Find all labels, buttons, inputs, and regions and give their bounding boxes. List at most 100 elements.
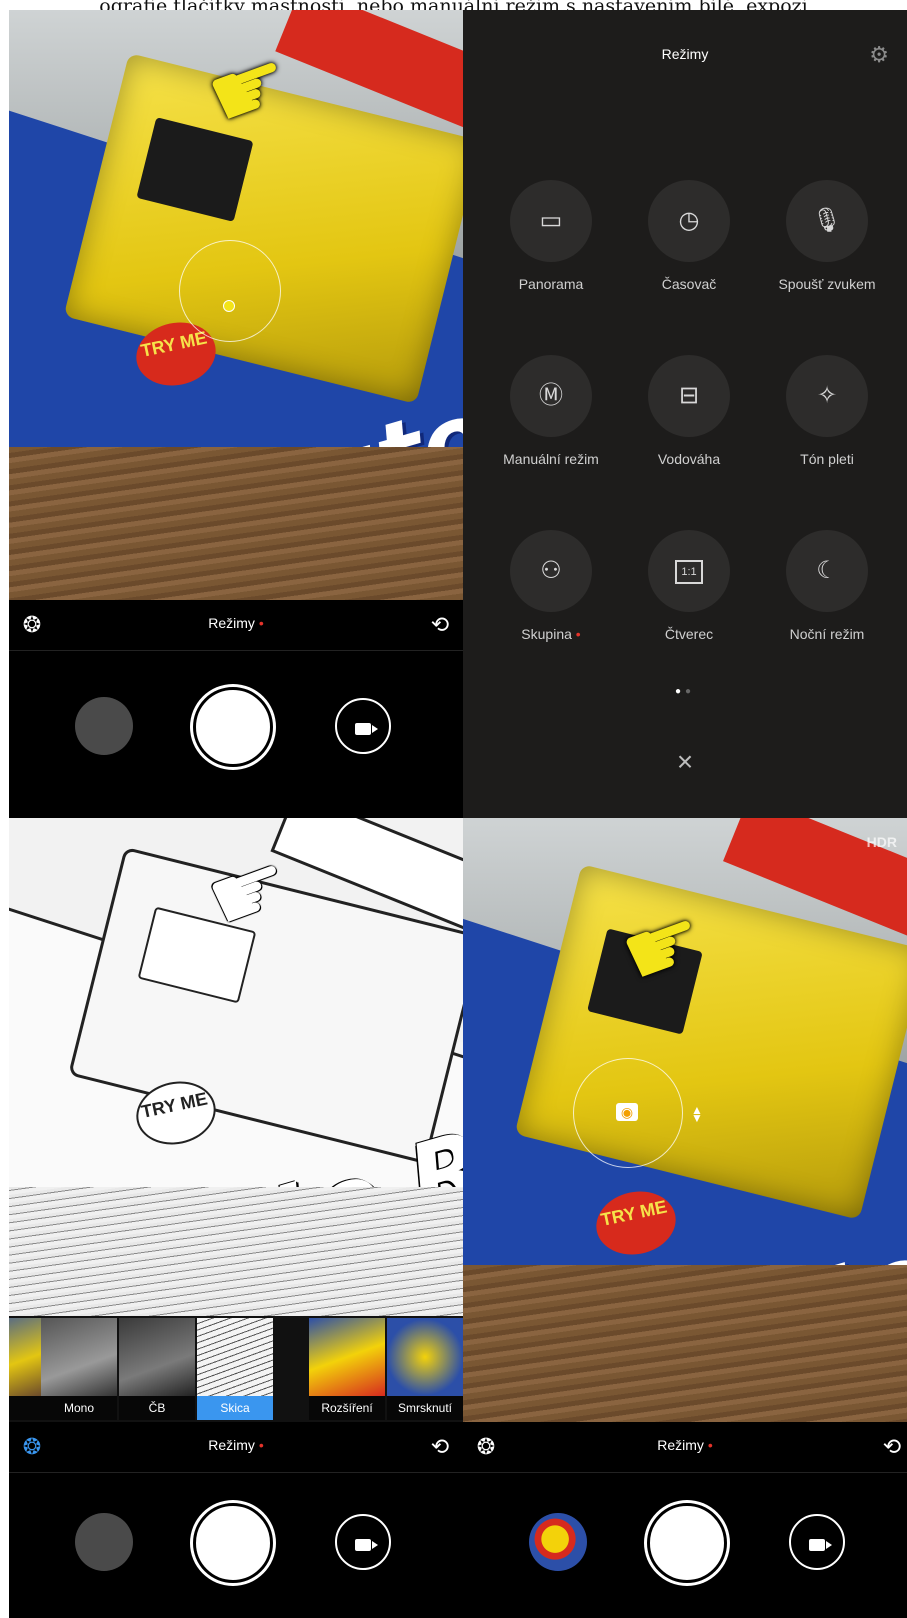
close-icon[interactable]: × bbox=[463, 746, 907, 778]
switch-camera-icon[interactable]: ⟲ bbox=[425, 1432, 455, 1462]
filter-label: ý bbox=[9, 1396, 41, 1420]
shutter-button[interactable] bbox=[647, 1503, 727, 1583]
panorama-icon: ▭ bbox=[510, 180, 592, 262]
filter-thumbnail bbox=[387, 1318, 463, 1396]
new-indicator-dot: • bbox=[258, 1437, 264, 1453]
filter-item[interactable]: Smrsknutí bbox=[387, 1318, 463, 1420]
shutter-bar bbox=[463, 1473, 907, 1618]
new-indicator-dot: • bbox=[707, 1437, 713, 1453]
mode-label: Skupina • bbox=[483, 626, 619, 642]
microphone-icon: 🎙︎ bbox=[786, 180, 868, 262]
mode-label: Tón pleti bbox=[800, 451, 854, 467]
mode-night[interactable]: ☾ Noční režim bbox=[759, 530, 895, 642]
viewfinder[interactable]: ☛ TRY ME Auto HDR ◉ ▲▼ bbox=[463, 818, 907, 1422]
manual-mode-icon: Ⓜ bbox=[510, 355, 592, 437]
modes-button[interactable]: Režimy • bbox=[463, 1437, 907, 1453]
skin-tone-icon: ✧ bbox=[786, 355, 868, 437]
video-camera-icon bbox=[355, 1539, 378, 1551]
filter-thumbnail bbox=[119, 1318, 195, 1396]
mode-group[interactable]: ⚇ Skupina • bbox=[483, 530, 619, 642]
exposure-camera-icon[interactable]: ◉ bbox=[616, 1103, 638, 1121]
mode-square[interactable]: 1:1 Čtverec bbox=[621, 530, 757, 642]
camera-screen-default: ☛ TRY ME Auto ❂ Režimy • ⟲ bbox=[9, 10, 463, 818]
shutter-button[interactable] bbox=[193, 687, 273, 767]
mode-level[interactable]: ⊟ Vodováha bbox=[621, 355, 757, 467]
modes-label: Režimy bbox=[208, 615, 255, 631]
modes-label: Režimy bbox=[657, 1437, 704, 1453]
video-camera-icon bbox=[355, 723, 378, 735]
wooden-table bbox=[9, 446, 463, 600]
page-indicator: ●● bbox=[463, 686, 907, 697]
mode-voice-shutter[interactable]: 🎙︎ Spoušť zvukem bbox=[759, 180, 895, 292]
filter-item-selected[interactable]: Skica bbox=[197, 1318, 273, 1420]
moon-icon: ☾ bbox=[786, 530, 868, 612]
filter-label: Smrsknutí bbox=[387, 1396, 463, 1420]
filter-thumbnail bbox=[41, 1318, 117, 1396]
filter-item[interactable]: Rozšíření bbox=[309, 1318, 385, 1420]
filter-thumbnail bbox=[9, 1318, 41, 1396]
video-camera-icon bbox=[809, 1539, 832, 1551]
mode-label: Panorama bbox=[518, 276, 584, 292]
exposure-slider-handle[interactable]: ▲ ▼ bbox=[691, 1104, 703, 1124]
mode-label: Časovač bbox=[661, 276, 717, 292]
gallery-thumbnail[interactable] bbox=[529, 1513, 587, 1571]
settings-gear-icon[interactable]: ⚙ bbox=[869, 42, 889, 68]
switch-camera-icon[interactable]: ⟲ bbox=[425, 610, 455, 640]
new-indicator-dot: • bbox=[575, 626, 581, 642]
video-mode-button[interactable] bbox=[335, 698, 391, 754]
mode-label: Spoušť zvukem bbox=[778, 276, 876, 292]
mode-manual[interactable]: Ⓜ Manuální režim bbox=[483, 355, 619, 467]
mode-bar: ❂ Režimy • ⟲ bbox=[9, 1422, 463, 1472]
modes-menu-screen: Režimy ⚙ ▭ Panorama ◷ Časovač 🎙︎ Spoušť … bbox=[463, 10, 907, 818]
camera-screen-filters: ☛ TRY ME Auto R ý Mono ČB Skica Rozšířen… bbox=[9, 818, 463, 1618]
shutter-button[interactable] bbox=[193, 1503, 273, 1583]
square-ratio-glyph: 1:1 bbox=[675, 559, 703, 584]
timer-icon: ◷ bbox=[648, 180, 730, 262]
mode-panorama[interactable]: ▭ Panorama bbox=[483, 180, 619, 292]
level-icon: ⊟ bbox=[648, 355, 730, 437]
mode-bar: ❂ Režimy • ⟲ bbox=[463, 1422, 907, 1472]
mode-label: Manuální režim bbox=[503, 451, 599, 467]
filter-strip: ý Mono ČB Skica Rozšíření Smrsknutí bbox=[9, 1316, 463, 1422]
filter-label: Mono bbox=[41, 1396, 117, 1420]
filter-label: ČB bbox=[119, 1396, 195, 1420]
page-dot-active: ● bbox=[674, 686, 685, 697]
camera-screen-exposure: ☛ TRY ME Auto HDR ◉ ▲▼ ❂ Režimy • ⟲ bbox=[463, 818, 907, 1618]
filter-item[interactable]: Mono bbox=[41, 1318, 117, 1420]
hdr-indicator[interactable]: HDR bbox=[867, 834, 897, 850]
switch-camera-icon[interactable]: ⟲ bbox=[877, 1432, 907, 1462]
mode-label-text: Skupina bbox=[521, 626, 572, 642]
page-dot-inactive: ● bbox=[685, 686, 696, 697]
mode-bar: ❂ Režimy • ⟲ bbox=[9, 600, 463, 650]
modes-button[interactable]: Režimy • bbox=[9, 615, 463, 631]
new-indicator-dot: • bbox=[258, 615, 264, 631]
viewfinder[interactable]: ☛ TRY ME Auto bbox=[9, 10, 463, 600]
mode-label: Noční režim bbox=[789, 626, 865, 642]
shutter-bar bbox=[9, 651, 463, 818]
mode-timer[interactable]: ◷ Časovač bbox=[621, 180, 757, 292]
shutter-bar bbox=[9, 1473, 463, 1618]
focus-point bbox=[223, 300, 235, 312]
video-mode-button[interactable] bbox=[789, 1514, 845, 1570]
gallery-thumbnail[interactable] bbox=[75, 1513, 133, 1571]
viewfinder-sketch[interactable]: ☛ TRY ME Auto R bbox=[9, 818, 463, 1316]
filter-label: Skica bbox=[197, 1396, 273, 1420]
filter-label: Rozšíření bbox=[309, 1396, 385, 1420]
wooden-table bbox=[463, 1264, 907, 1422]
group-icon: ⚇ bbox=[510, 530, 592, 612]
filter-item[interactable]: ý bbox=[9, 1318, 41, 1420]
mode-label: Vodováha bbox=[657, 451, 721, 467]
square-icon: 1:1 bbox=[648, 530, 730, 612]
wooden-table bbox=[9, 1186, 463, 1316]
filter-item[interactable]: ČB bbox=[119, 1318, 195, 1420]
focus-ring bbox=[179, 240, 281, 342]
mode-skin-tone[interactable]: ✧ Tón pleti bbox=[759, 355, 895, 467]
filter-thumbnail bbox=[309, 1318, 385, 1396]
gallery-thumbnail[interactable] bbox=[75, 697, 133, 755]
filter-thumbnail bbox=[197, 1318, 273, 1396]
modes-button[interactable]: Režimy • bbox=[9, 1437, 463, 1453]
modes-menu-title: Režimy bbox=[661, 46, 709, 62]
modes-label: Režimy bbox=[208, 1437, 255, 1453]
mode-label: Čtverec bbox=[664, 626, 714, 642]
video-mode-button[interactable] bbox=[335, 1514, 391, 1570]
